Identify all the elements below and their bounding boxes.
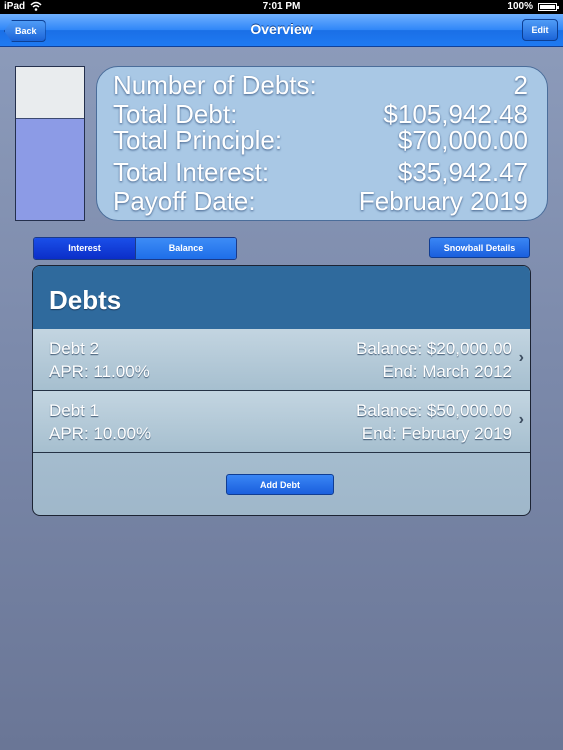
debts-header: Debts	[33, 266, 530, 330]
debts-panel: Debts Debt 2 APR: 11.00% Balance: $20,00…	[32, 265, 531, 516]
page-title: Overview	[250, 21, 313, 37]
interest-portion-bar	[16, 67, 84, 119]
debt-end-date: End: March 2012	[382, 362, 512, 381]
principal-portion-bar	[16, 119, 84, 220]
summary-label: Payoff Date:	[113, 186, 256, 216]
summary-panel: Number of Debts: 2 Total Debt: $105,942.…	[96, 66, 548, 221]
debt-row[interactable]: Debt 1 APR: 10.00% Balance: $50,000.00 E…	[33, 391, 530, 453]
summary-row-total-principle: Total Principle: $70,000.00	[113, 125, 528, 155]
battery-percent: 100%	[507, 1, 533, 12]
chevron-right-icon: ›	[518, 349, 524, 366]
segment-balance[interactable]: Balance	[135, 238, 236, 259]
debt-balance: Balance: $20,000.00	[356, 339, 512, 358]
debt-name: Debt 2	[49, 339, 100, 358]
summary-label: Total Principle:	[113, 125, 283, 155]
summary-value: $35,942.47	[397, 157, 528, 187]
debt-composition-chart	[15, 66, 85, 221]
status-time: 7:01 PM	[262, 1, 301, 12]
snowball-details-button[interactable]: Snowball Details	[429, 237, 530, 258]
navigation-bar: Back Overview Edit	[0, 14, 563, 47]
debt-row[interactable]: Debt 2 APR: 11.00% Balance: $20,000.00 E…	[33, 329, 530, 391]
summary-row-debt-count: Number of Debts: 2	[113, 70, 528, 100]
debts-title: Debts	[49, 285, 122, 315]
debt-end-date: End: February 2019	[361, 424, 512, 443]
debt-balance: Balance: $50,000.00	[356, 401, 512, 420]
summary-row-total-interest: Total Interest: $35,942.47	[113, 157, 528, 187]
debt-apr: APR: 11.00%	[49, 362, 150, 381]
debt-apr: APR: 10.00%	[49, 424, 152, 443]
summary-label: Total Interest:	[113, 157, 270, 187]
summary-value: 2	[513, 70, 528, 100]
summary-row-payoff-date: Payoff Date: February 2019	[113, 186, 528, 216]
status-bar: iPad 7:01 PM 100%	[0, 0, 563, 14]
debt-name: Debt 1	[49, 401, 100, 420]
segment-interest[interactable]: Interest	[34, 238, 135, 259]
summary-value: $70,000.00	[397, 125, 528, 155]
summary-value: February 2019	[358, 186, 528, 216]
chevron-right-icon: ›	[518, 411, 524, 428]
chart-mode-segmented-control[interactable]: Interest Balance	[33, 237, 237, 260]
add-debt-button[interactable]: Add Debt	[226, 474, 334, 495]
summary-label: Number of Debts:	[113, 70, 317, 100]
battery-icon	[538, 3, 559, 11]
edit-button[interactable]: Edit	[522, 19, 558, 41]
